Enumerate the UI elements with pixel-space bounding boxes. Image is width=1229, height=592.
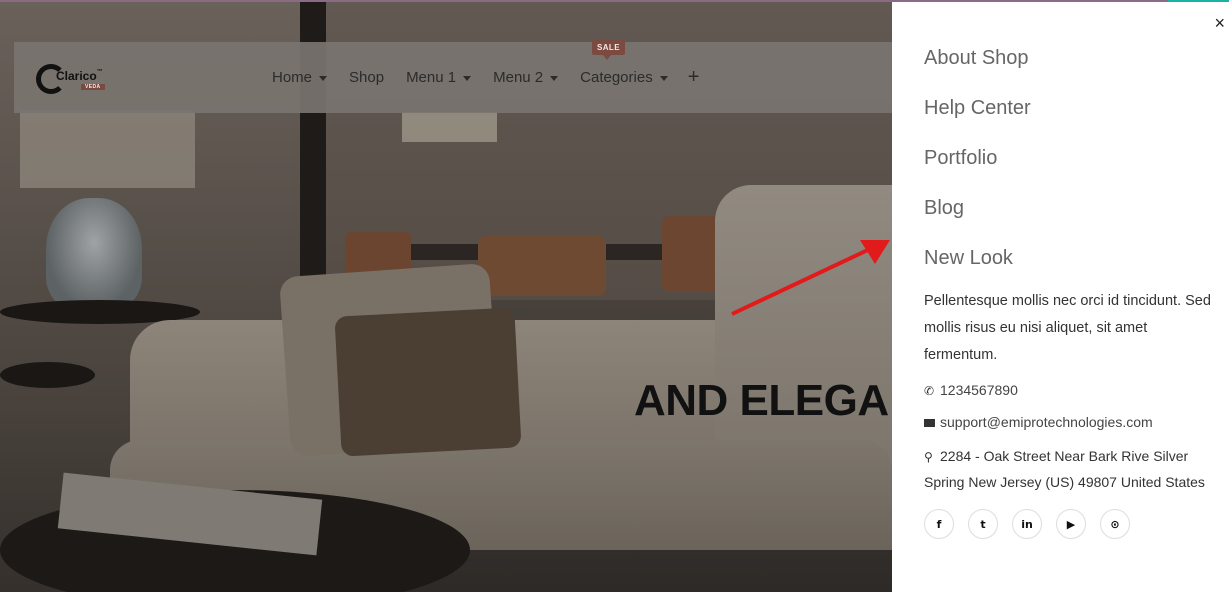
youtube-icon[interactable]: ▶ [1056,509,1086,539]
red-arrow-annotation [731,240,890,316]
contact-email[interactable]: support@emiprotechnologies.com [924,414,1153,430]
panel-link-new-look[interactable]: New Look [924,242,1031,292]
panel-link-help-center[interactable]: Help Center [924,92,1031,142]
logo-badge: VEDA [81,84,105,90]
logo-trademark: ™ [96,69,103,75]
phone-number: 1234567890 [940,382,1018,398]
github-icon[interactable]: ⊙ [1100,509,1130,539]
menu-item-label: Home [272,69,313,86]
hero-headline: AND ELEGA [634,376,889,425]
menu-item-label: Categories [580,69,653,86]
site-logo[interactable]: Clarico™ VEDA [36,62,112,96]
main-navbar: Clarico™ VEDA Home Shop Menu 1 Menu 2 Ca… [14,42,914,113]
caret-down-icon [659,75,668,81]
plus-icon[interactable]: + [688,66,700,89]
side-table [0,362,95,388]
menu-item-shop[interactable]: Shop [349,69,384,86]
menu-item-home[interactable]: Home [272,69,328,86]
menu-item-label: Menu 1 [406,69,457,86]
contact-address: ⚲ 2284 - Oak Street Near Bark Rive Silver… [924,444,1214,495]
caret-down-icon [550,75,559,81]
sale-badge: SALE [592,40,625,60]
side-menu-panel: × About Shop Help Center Portfolio Blog … [892,2,1229,592]
close-icon[interactable]: × [1214,14,1225,32]
logo-text: Clarico [56,69,97,83]
main-menu: Home Shop Menu 1 Menu 2 Categories + [272,42,699,113]
envelope-icon [924,419,935,427]
menu-item-menu2[interactable]: Menu 2 [493,69,559,86]
panel-link-about-shop[interactable]: About Shop [924,42,1031,92]
panel-link-portfolio[interactable]: Portfolio [924,142,1031,192]
contact-phone[interactable]: ✆ 1234567890 [924,382,1018,398]
linkedin-icon[interactable]: in [1012,509,1042,539]
panel-links: About Shop Help Center Portfolio Blog Ne… [924,42,1031,292]
menu-item-label: Menu 2 [493,69,544,86]
twitter-icon[interactable]: t [968,509,998,539]
menu-item-label: Shop [349,69,385,86]
lamp-base [46,198,142,310]
panel-link-blog[interactable]: Blog [924,192,1031,242]
background-chandelier [402,112,497,142]
social-links: f t in ▶ ⊙ [924,509,1144,539]
panel-description: Pellentesque mollis nec orci id tincidun… [924,293,1211,363]
menu-item-menu1[interactable]: Menu 1 [406,69,472,86]
phone-icon: ✆ [924,384,935,398]
map-marker-icon: ⚲ [924,450,933,464]
email-address: support@emiprotechnologies.com [940,414,1153,430]
dining-chair [478,236,606,296]
caret-down-icon [319,75,328,81]
facebook-icon[interactable]: f [924,509,954,539]
menu-item-categories[interactable]: Categories [580,69,668,86]
caret-down-icon [463,75,472,81]
lamp-shade [20,110,195,188]
cushion [334,307,522,457]
address-text: 2284 - Oak Street Near Bark Rive Silver … [924,448,1205,490]
